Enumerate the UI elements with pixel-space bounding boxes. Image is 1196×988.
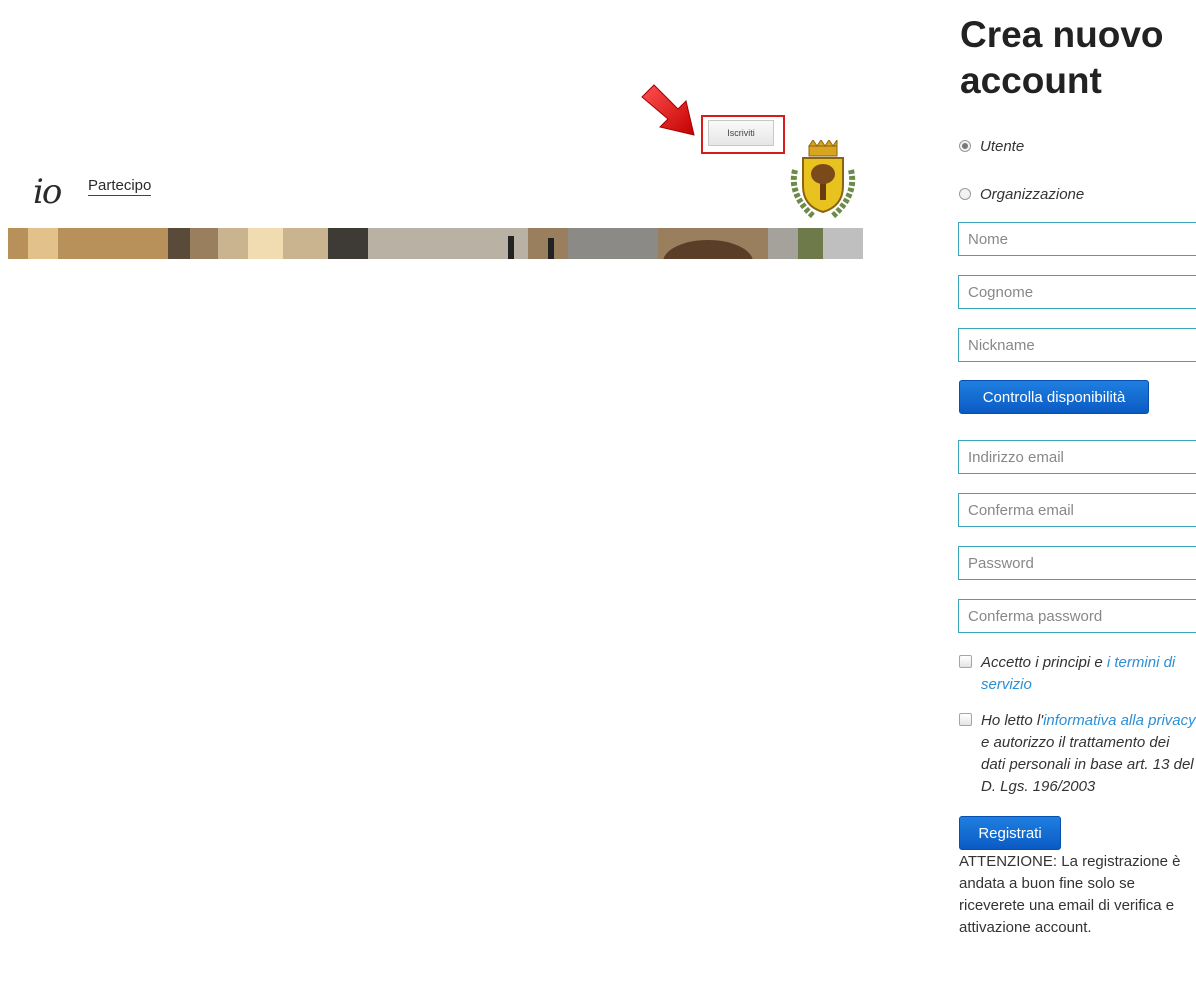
radio-utente-label: Utente <box>980 137 1025 155</box>
password-input[interactable] <box>958 546 1196 580</box>
radio-organizzazione-dot[interactable] <box>959 188 971 200</box>
privacy-checkbox[interactable] <box>959 713 972 726</box>
register-button[interactable]: Registrati <box>959 816 1061 850</box>
email-confirm-input[interactable] <box>958 493 1196 527</box>
registration-notice: ATTENZIONE: La registrazione è andata a … <box>959 853 1181 936</box>
form-title: Crea nuovo account <box>960 14 1164 101</box>
town-photo-banner <box>8 228 863 259</box>
radio-organizzazione[interactable]: Organizzazione <box>959 184 1084 204</box>
nome-input[interactable] <box>958 222 1196 256</box>
password-confirm-input[interactable] <box>958 599 1196 633</box>
terms-prefix: Accetto i principi e <box>981 654 1107 671</box>
cognome-input[interactable] <box>958 275 1196 309</box>
terms-checkbox-row: Accetto i principi e i termini di serviz… <box>959 652 1196 696</box>
signup-button[interactable]: Iscriviti <box>708 120 774 146</box>
nickname-input[interactable] <box>958 328 1196 362</box>
privacy-text: Ho letto l'informativa alla privacy e au… <box>981 710 1196 798</box>
privacy-prefix: Ho letto l' <box>981 712 1044 729</box>
site-header-preview: Iscriviti io Partecipo <box>0 0 870 270</box>
radio-utente-dot[interactable] <box>959 140 971 152</box>
privacy-link[interactable]: informativa alla privacy <box>1043 712 1196 729</box>
radio-utente[interactable]: Utente <box>959 136 1024 156</box>
site-logo[interactable]: io Partecipo <box>33 172 193 214</box>
privacy-checkbox-row: Ho letto l'informativa alla privacy e au… <box>959 710 1196 798</box>
email-input[interactable] <box>958 440 1196 474</box>
logo-text: Partecipo <box>88 177 152 196</box>
privacy-suffix: e autorizzo il trattamento dei dati pers… <box>981 734 1194 795</box>
terms-text: Accetto i principi e i termini di serviz… <box>981 652 1196 696</box>
terms-checkbox[interactable] <box>959 655 972 668</box>
logo-prefix: io <box>33 172 62 212</box>
red-arrow-icon <box>641 84 695 136</box>
check-availability-button[interactable]: Controlla disponibilità <box>959 380 1149 414</box>
municipal-crest-icon <box>790 140 856 219</box>
radio-organizzazione-label: Organizzazione <box>980 185 1085 203</box>
